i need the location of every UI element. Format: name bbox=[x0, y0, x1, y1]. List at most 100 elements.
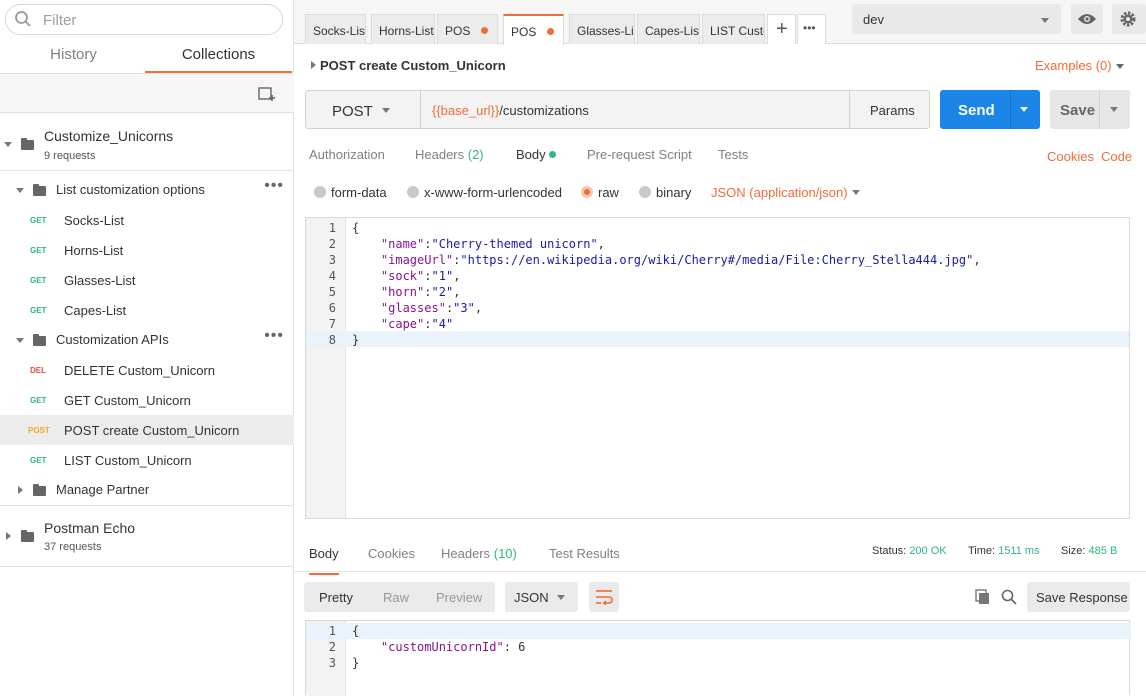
method-select[interactable]: POST bbox=[306, 91, 421, 128]
chevron-down-icon bbox=[1041, 18, 1049, 23]
body-indicator-dot bbox=[549, 151, 556, 158]
wrap-icon bbox=[596, 590, 613, 605]
search-icon[interactable] bbox=[1001, 589, 1017, 605]
view-preview[interactable]: Preview bbox=[436, 590, 482, 605]
search-icon bbox=[15, 11, 31, 27]
line-number: 4 bbox=[328, 269, 336, 283]
list-item[interactable]: DEL DELETE Custom_Unicorn bbox=[0, 355, 294, 385]
line-number: 3 bbox=[328, 253, 336, 267]
tab-headers-label: Headers (2) bbox=[415, 147, 484, 162]
tab-label: Horns-List bbox=[379, 24, 434, 38]
chevron-down-icon[interactable] bbox=[852, 190, 860, 195]
radio-binary[interactable]: binary bbox=[639, 185, 691, 200]
send-button[interactable]: Send bbox=[940, 90, 1040, 129]
folder-icon bbox=[21, 530, 34, 542]
tab-post-1[interactable]: POS bbox=[437, 14, 498, 44]
chevron-down-icon[interactable] bbox=[1116, 64, 1124, 69]
collection-count: 9 requests bbox=[44, 150, 96, 162]
list-item[interactable]: GET Capes-List bbox=[0, 295, 294, 325]
request-name[interactable]: POST create Custom_Unicorn bbox=[320, 58, 506, 73]
response-tab-cookies[interactable]: Cookies bbox=[368, 546, 415, 561]
unsaved-dot-icon bbox=[481, 27, 488, 34]
settings-button[interactable] bbox=[1112, 4, 1146, 34]
list-item[interactable]: GET GET Custom_Unicorn bbox=[0, 385, 294, 415]
chevron-right-icon[interactable] bbox=[311, 61, 316, 69]
more-icon[interactable]: ••• bbox=[264, 327, 284, 345]
collection-postman-echo[interactable]: Postman Echo 37 requests bbox=[0, 507, 294, 567]
tab-more-button[interactable]: ••• bbox=[797, 14, 826, 44]
collection-name: Postman Echo bbox=[44, 520, 136, 536]
url-input[interactable]: {{base_url}}/customizations bbox=[421, 91, 849, 128]
tab-capes-list[interactable]: Capes-List bbox=[637, 14, 700, 44]
list-item[interactable]: GET Glasses-List bbox=[0, 265, 294, 295]
more-icon[interactable]: ••• bbox=[264, 177, 284, 195]
response-tab-body[interactable]: Body bbox=[309, 546, 339, 575]
request-body-editor[interactable]: 1 {2 "name":"Cherry-themed unicorn", 3 "im… bbox=[305, 217, 1130, 519]
list-item[interactable]: GET Socks-List bbox=[0, 205, 294, 235]
tab-socks-list[interactable]: Socks-List bbox=[305, 14, 366, 44]
filter-placeholder: Filter bbox=[43, 12, 77, 29]
tab-tests[interactable]: Tests bbox=[718, 147, 748, 162]
list-item-selected[interactable]: POST POST create Custom_Unicorn bbox=[0, 415, 294, 445]
tab-horns-list[interactable]: Horns-List bbox=[371, 14, 435, 44]
tab-list-custom[interactable]: LIST Custo bbox=[702, 14, 765, 44]
save-button[interactable]: Save bbox=[1050, 90, 1130, 129]
eye-icon bbox=[1078, 14, 1096, 24]
tab-post-active[interactable]: POS bbox=[503, 14, 564, 45]
chevron-right-icon[interactable] bbox=[18, 486, 23, 494]
save-response-label: Save Response bbox=[1036, 590, 1128, 605]
view-pretty[interactable]: Pretty bbox=[319, 590, 353, 605]
chevron-right-icon[interactable] bbox=[6, 532, 11, 540]
chevron-down-icon[interactable] bbox=[16, 188, 24, 193]
tab-history[interactable]: History bbox=[0, 44, 147, 74]
active-line bbox=[306, 623, 1131, 639]
examples-link[interactable]: Examples (0) bbox=[1035, 58, 1112, 73]
radio-form-data[interactable]: form-data bbox=[314, 185, 387, 200]
collection-customize-unicorns[interactable]: Customize_Unicorns 9 requests bbox=[0, 115, 294, 171]
response-body-viewer[interactable]: 1 {2 "customUnicornId": 6 3} bbox=[305, 620, 1131, 696]
response-tab-headers[interactable]: Headers (10) bbox=[441, 546, 517, 561]
tab-collections[interactable]: Collections bbox=[145, 44, 292, 74]
new-collection-icon[interactable] bbox=[258, 86, 276, 102]
radio-raw[interactable]: raw bbox=[581, 185, 619, 200]
radio-urlencoded[interactable]: x-www-form-urlencoded bbox=[407, 185, 562, 200]
view-raw[interactable]: Raw bbox=[383, 590, 409, 605]
list-item[interactable]: GET LIST Custom_Unicorn bbox=[0, 445, 294, 475]
response-format-select[interactable]: JSON bbox=[505, 582, 578, 612]
copy-icon[interactable] bbox=[975, 589, 990, 605]
code-line: { bbox=[352, 221, 360, 235]
code-line: "horn":"2", bbox=[380, 285, 461, 299]
folder-customization-apis[interactable]: Customization APIs ••• bbox=[0, 325, 294, 355]
tab-authorization[interactable]: Authorization bbox=[309, 147, 385, 162]
tab-glasses-list[interactable]: Glasses-Lis bbox=[569, 14, 635, 44]
environment-quick-look-button[interactable] bbox=[1071, 4, 1103, 34]
tab-label: POS bbox=[511, 25, 537, 39]
line-number: 8 bbox=[328, 333, 336, 347]
code-link[interactable]: Code bbox=[1101, 149, 1132, 164]
tab-body[interactable]: Body bbox=[516, 147, 546, 162]
tab-prerequest-script[interactable]: Pre-request Script bbox=[587, 147, 692, 162]
filter-input[interactable]: Filter bbox=[5, 4, 283, 35]
line-number: 1 bbox=[328, 624, 336, 638]
wrap-lines-button[interactable] bbox=[589, 582, 619, 612]
request-label: Capes-List bbox=[64, 303, 127, 318]
save-response-button[interactable]: Save Response bbox=[1027, 582, 1130, 612]
response-tab-test-results[interactable]: Test Results bbox=[549, 546, 620, 561]
cookies-link[interactable]: Cookies bbox=[1047, 149, 1094, 164]
tab-headers[interactable]: Headers (2) bbox=[415, 147, 484, 162]
code-line: "name":"Cherry-themed unicorn", bbox=[380, 237, 605, 251]
list-item[interactable]: GET Horns-List bbox=[0, 235, 294, 265]
params-button[interactable]: Params bbox=[849, 91, 930, 128]
line-number: 7 bbox=[328, 317, 336, 331]
chevron-down-icon[interactable] bbox=[16, 338, 24, 343]
content-type-select[interactable]: JSON (application/json) bbox=[711, 185, 848, 200]
chevron-down-icon[interactable] bbox=[1020, 107, 1028, 112]
environment-select[interactable]: dev bbox=[852, 4, 1061, 34]
request-label: GET Custom_Unicorn bbox=[64, 393, 191, 408]
chevron-down-icon[interactable] bbox=[4, 142, 12, 147]
chevron-down-icon[interactable] bbox=[1110, 107, 1118, 112]
new-tab-button[interactable]: + bbox=[767, 14, 796, 44]
folder-list-customization[interactable]: List customization options ••• bbox=[0, 175, 294, 205]
folder-manage-partner[interactable]: Manage Partner bbox=[0, 475, 294, 506]
radio-icon bbox=[314, 186, 326, 198]
